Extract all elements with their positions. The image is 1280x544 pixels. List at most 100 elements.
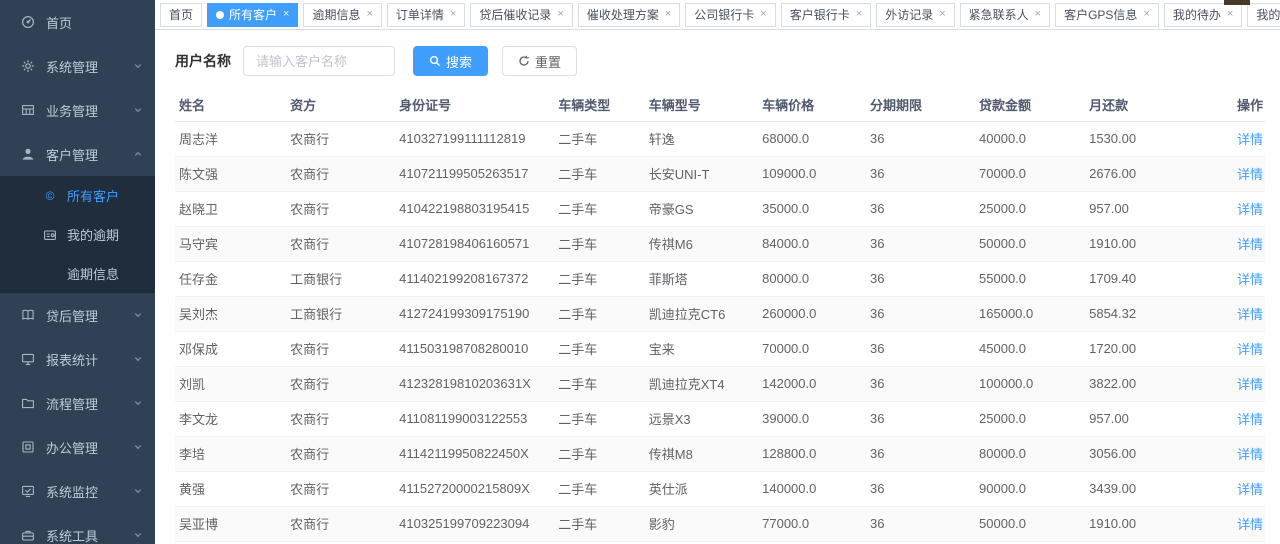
detail-link[interactable]: 详情: [1237, 202, 1263, 217]
table-cell: 36: [866, 366, 975, 401]
search-input[interactable]: [243, 46, 395, 76]
table-cell: 帝豪GS: [645, 191, 758, 226]
close-icon[interactable]: ×: [1227, 9, 1233, 20]
detail-link[interactable]: 详情: [1237, 272, 1263, 287]
sidebar-item-reports[interactable]: 报表统计: [0, 337, 155, 381]
table-cell: 邓保成: [175, 331, 286, 366]
sidebar-submenu-customers: © 所有客户 我的逾期 逾期信息: [0, 176, 155, 293]
monitor-check-icon: [20, 484, 36, 498]
table-cell: 142000.0: [758, 366, 866, 401]
sidebar-item-my-overdue[interactable]: 我的逾期: [0, 215, 155, 254]
tab-11[interactable]: 我的待办 ×: [1164, 3, 1242, 27]
table-cell: 411081199003122553: [395, 401, 554, 436]
sidebar-item-monitor[interactable]: 系统监控: [0, 469, 155, 513]
tab-4[interactable]: 贷后催收记录×: [470, 3, 572, 27]
col-id-number: 身份证号: [395, 88, 554, 121]
table-cell: 李文龙: [175, 401, 286, 436]
toolbox-icon: [20, 528, 36, 542]
grid-icon: [20, 103, 36, 117]
tab-12[interactable]: 我的流程×: [1247, 3, 1280, 27]
tab-1[interactable]: 所有客户×: [207, 3, 298, 27]
table-cell: 25000.0: [975, 401, 1085, 436]
detail-link[interactable]: 详情: [1237, 237, 1263, 252]
detail-link[interactable]: 详情: [1237, 167, 1263, 182]
table-cell-actions: 详情: [1208, 331, 1265, 366]
tab-10[interactable]: 客户GPS信息×: [1055, 3, 1159, 27]
table-cell: 二手车: [554, 121, 644, 156]
close-icon[interactable]: ×: [557, 9, 563, 20]
tab-label: 紧急联系人: [969, 4, 1029, 26]
table-cell: 二手车: [554, 436, 644, 471]
table-cell: 农商行: [286, 436, 395, 471]
detail-link[interactable]: 详情: [1237, 482, 1263, 497]
table-cell: 410325199709223094: [395, 506, 554, 541]
table-cell: 50000.0: [975, 506, 1085, 541]
search-button[interactable]: 搜索: [413, 46, 488, 76]
sidebar-item-process[interactable]: 流程管理: [0, 381, 155, 425]
table-cell: 二手车: [554, 261, 644, 296]
table-cell: 二手车: [554, 156, 644, 191]
table-cell: 二手车: [554, 191, 644, 226]
close-icon[interactable]: ×: [939, 9, 945, 20]
detail-link[interactable]: 详情: [1237, 447, 1263, 462]
table-cell-actions: 详情: [1208, 156, 1265, 191]
active-tab-dot: [216, 11, 224, 19]
book-icon: [20, 308, 36, 322]
detail-link[interactable]: 详情: [1237, 377, 1263, 392]
table-cell: 36: [866, 261, 975, 296]
reset-button[interactable]: 重置: [502, 46, 577, 76]
sidebar-item-customers[interactable]: 客户管理: [0, 132, 155, 176]
table-cell: 1910.00: [1085, 226, 1208, 261]
tab-9[interactable]: 紧急联系人 ×: [960, 3, 1050, 27]
table-cell: 农商行: [286, 121, 395, 156]
sidebar-item-all-customers[interactable]: © 所有客户: [0, 176, 155, 215]
table-cell: 412724199309175190: [395, 296, 554, 331]
table-cell: 35000.0: [758, 191, 866, 226]
sidebar-item-office[interactable]: 办公管理: [0, 425, 155, 469]
tab-2[interactable]: 逾期信息×: [303, 3, 381, 27]
tab-7[interactable]: 客户银行卡×: [781, 3, 871, 27]
sidebar-item-home[interactable]: 首页: [0, 0, 155, 44]
close-icon[interactable]: ×: [283, 9, 289, 20]
col-vehicle-price: 车辆价格: [758, 88, 866, 121]
detail-link[interactable]: 详情: [1237, 307, 1263, 322]
close-icon[interactable]: ×: [760, 9, 766, 20]
close-icon[interactable]: ×: [450, 9, 456, 20]
close-icon[interactable]: ×: [366, 9, 372, 20]
table-cell: 2676.00: [1085, 156, 1208, 191]
table-cell: 农商行: [286, 401, 395, 436]
sidebar-item-postloan[interactable]: 贷后管理: [0, 293, 155, 337]
search-icon: [429, 55, 441, 67]
tab-label: 我的待办: [1173, 4, 1221, 26]
tab-0[interactable]: 首页: [160, 3, 202, 27]
close-icon[interactable]: ×: [665, 9, 671, 20]
detail-link[interactable]: 详情: [1237, 342, 1263, 357]
sidebar-item-label: 流程管理: [46, 394, 133, 413]
close-icon[interactable]: ×: [1035, 9, 1041, 20]
table-cell: 36: [866, 156, 975, 191]
tab-5[interactable]: 催收处理方案×: [578, 3, 680, 27]
table-cell: 吴刘杰: [175, 296, 286, 331]
table-cell: 70000.0: [975, 156, 1085, 191]
table-cell-actions: 详情: [1208, 261, 1265, 296]
tab-3[interactable]: 订单详情×: [387, 3, 465, 27]
sidebar-item-overdue-info[interactable]: 逾期信息: [0, 254, 155, 293]
close-icon[interactable]: ×: [1143, 9, 1149, 20]
tab-6[interactable]: 公司银行卡×: [685, 3, 775, 27]
tab-8[interactable]: 外访记录×: [876, 3, 954, 27]
table-cell-actions: 详情: [1208, 436, 1265, 471]
table-cell: 140000.0: [758, 471, 866, 506]
sidebar-item-tools[interactable]: 系统工具: [0, 513, 155, 544]
sidebar-item-business[interactable]: 业务管理: [0, 88, 155, 132]
table-cell: 41152720000215809X: [395, 471, 554, 506]
table-cell: 农商行: [286, 331, 395, 366]
table-cell-actions: 详情: [1208, 296, 1265, 331]
sidebar-item-system[interactable]: 系统管理: [0, 44, 155, 88]
table-cell: 远景X3: [645, 401, 758, 436]
detail-link[interactable]: 详情: [1237, 517, 1263, 532]
chevron-down-icon: [133, 61, 143, 71]
close-icon[interactable]: ×: [856, 9, 862, 20]
detail-link[interactable]: 详情: [1237, 132, 1263, 147]
tab-label: 首页: [169, 4, 193, 26]
detail-link[interactable]: 详情: [1237, 412, 1263, 427]
